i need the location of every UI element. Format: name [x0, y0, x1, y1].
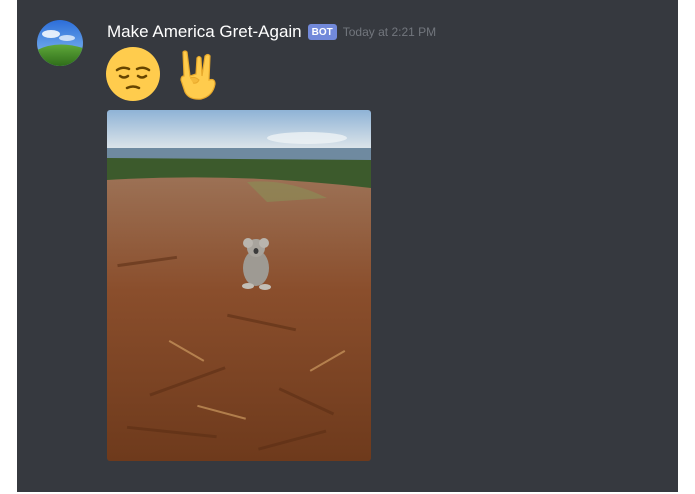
bot-badge: BOT — [307, 24, 337, 40]
message-content — [105, 46, 233, 102]
chat-panel: Make America Gret-Again BOT Today at 2:2… — [17, 0, 678, 492]
author-username[interactable]: Make America Gret-Again — [107, 22, 302, 42]
pensive-face-icon[interactable] — [105, 46, 161, 102]
image-attachment[interactable] — [107, 110, 371, 461]
message-timestamp: Today at 2:21 PM — [342, 25, 437, 39]
sign-of-the-horns-icon[interactable] — [169, 46, 225, 102]
author-avatar[interactable] — [37, 20, 83, 66]
message-header: Make America Gret-Again BOT Today at 2:2… — [107, 20, 436, 44]
